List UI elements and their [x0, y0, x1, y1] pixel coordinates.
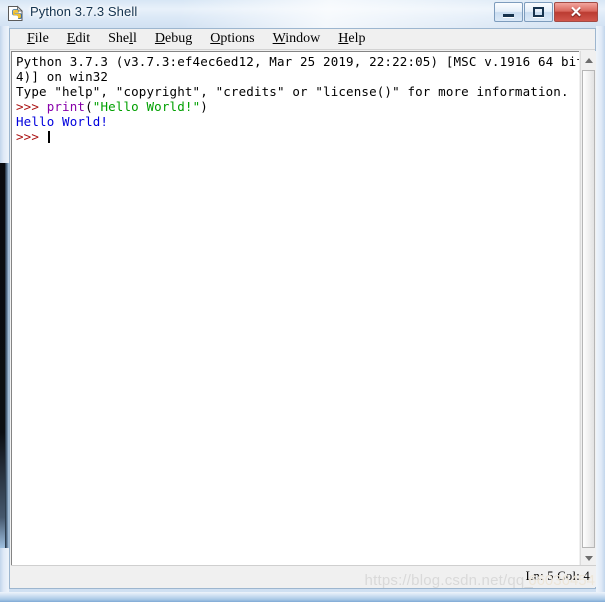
- scroll-down-icon[interactable]: [581, 550, 596, 566]
- scrollbar-thumb[interactable]: [582, 70, 595, 548]
- window-title: Python 3.7.3 Shell: [30, 4, 138, 19]
- banner-line-2: 4)] on win32: [16, 69, 109, 84]
- scroll-up-icon[interactable]: [581, 52, 596, 68]
- menu-debug[interactable]: Debug: [146, 30, 201, 48]
- client-area: File Edit Shell Debug Options Window Hel…: [9, 28, 596, 589]
- maximize-button[interactable]: [524, 2, 553, 22]
- prompt-marker-active: >>>: [16, 129, 47, 144]
- banner-line-1: Python 3.7.3 (v3.7.3:ef4ec6ed12, Mar 25 …: [16, 54, 579, 69]
- command-output: Hello World!: [16, 114, 109, 129]
- title-bar[interactable]: Python 3.7.3 Shell ✕: [0, 0, 605, 27]
- menu-shell[interactable]: Shell: [99, 30, 146, 48]
- minimize-icon: [495, 3, 522, 21]
- window-border-right: [596, 26, 605, 598]
- close-icon: ✕: [569, 4, 583, 21]
- menu-bar: File Edit Shell Debug Options Window Hel…: [10, 29, 595, 50]
- triangle-down-glyph: [584, 555, 593, 561]
- shell-text-area[interactable]: Python 3.7.3 (v3.7.3:ef4ec6ed12, Mar 25 …: [11, 51, 579, 567]
- command-string-literal: "Hello World!": [92, 99, 201, 114]
- menu-file[interactable]: File: [18, 30, 58, 48]
- prompt-marker: >>>: [16, 99, 47, 114]
- banner-line-3: Type "help", "copyright", "credits" or "…: [16, 84, 569, 99]
- python-idle-icon: [7, 5, 24, 22]
- menu-help[interactable]: Help: [329, 30, 374, 48]
- text-caret: [47, 131, 50, 143]
- minimize-button[interactable]: [494, 2, 523, 22]
- menu-window[interactable]: Window: [264, 30, 330, 48]
- maximize-icon: [525, 3, 552, 21]
- menu-edit[interactable]: Edit: [58, 30, 99, 48]
- command-open-paren: (: [85, 99, 93, 114]
- close-button[interactable]: ✕: [554, 2, 598, 22]
- idle-shell-window: Python 3.7.3 Shell ✕ File Edit Shell Deb…: [0, 0, 605, 602]
- status-bar: Ln: 5 Col: 4: [11, 565, 596, 587]
- command-function: print: [46, 99, 86, 114]
- triangle-up-glyph: [584, 57, 593, 63]
- vertical-scrollbar[interactable]: [580, 51, 596, 567]
- window-border-bottom: [0, 592, 605, 602]
- shell-console-content: Python 3.7.3 (v3.7.3:ef4ec6ed12, Mar 25 …: [16, 54, 579, 144]
- menu-options[interactable]: Options: [201, 30, 263, 48]
- command-close-paren: ): [200, 99, 208, 114]
- cursor-position-status: Ln: 5 Col: 4: [525, 569, 590, 583]
